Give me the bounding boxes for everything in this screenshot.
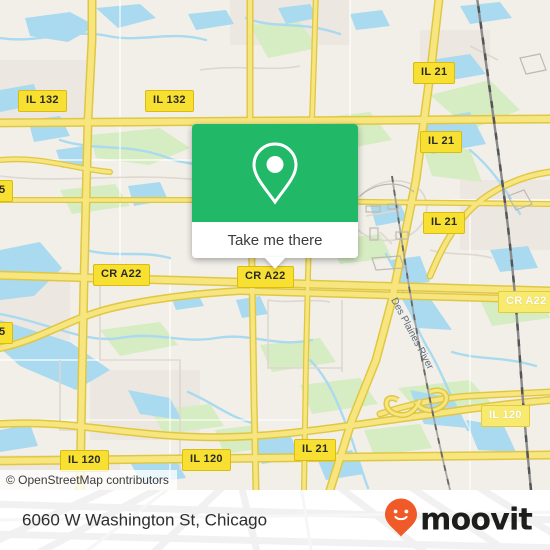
osm-attribution[interactable]: © OpenStreetMap contributors bbox=[0, 470, 177, 490]
highway-shield: IL 120 bbox=[182, 449, 231, 471]
highway-shield: IL 132 bbox=[18, 90, 67, 112]
highway-shield: IL 120 bbox=[481, 405, 530, 427]
destination-callout-card[interactable]: Take me there bbox=[192, 124, 358, 269]
highway-shield: 5 bbox=[0, 322, 14, 344]
highway-shield: IL 120 bbox=[60, 450, 109, 472]
highway-shield: IL 132 bbox=[145, 90, 194, 112]
map-canvas[interactable]: IL 132 IL 132 IL 21 IL 21 IL 21 CR A22 CR A22 C… bbox=[0, 0, 550, 490]
moovit-pin-smiley-icon bbox=[384, 498, 418, 543]
callout-action-area[interactable]: Take me there bbox=[192, 222, 358, 269]
callout-image-area bbox=[192, 124, 358, 222]
moovit-wordmark: moovit bbox=[420, 502, 533, 537]
highway-shield: IL 21 bbox=[294, 439, 337, 461]
destination-address: 6060 W Washington St, Chicago bbox=[22, 510, 268, 530]
map-pin-icon bbox=[248, 140, 302, 206]
footer-bar: 6060 W Washington St, Chicago moovit bbox=[0, 490, 550, 550]
highway-shield: CR A22 bbox=[498, 291, 550, 313]
highway-shield: CR A22 bbox=[237, 266, 294, 288]
highway-shield: IL 21 bbox=[420, 131, 463, 153]
highway-shield: IL 21 bbox=[423, 212, 466, 234]
highway-shield: 5 bbox=[0, 180, 14, 202]
highway-shield: IL 21 bbox=[413, 62, 456, 84]
moovit-map-screen: IL 132 IL 132 IL 21 IL 21 IL 21 CR A22 CR A22 C… bbox=[0, 0, 550, 550]
moovit-logo[interactable]: moovit bbox=[384, 498, 533, 543]
callout-pointer-arrow bbox=[264, 257, 286, 269]
take-me-there-button[interactable]: Take me there bbox=[227, 233, 322, 248]
highway-shield: CR A22 bbox=[93, 264, 150, 286]
